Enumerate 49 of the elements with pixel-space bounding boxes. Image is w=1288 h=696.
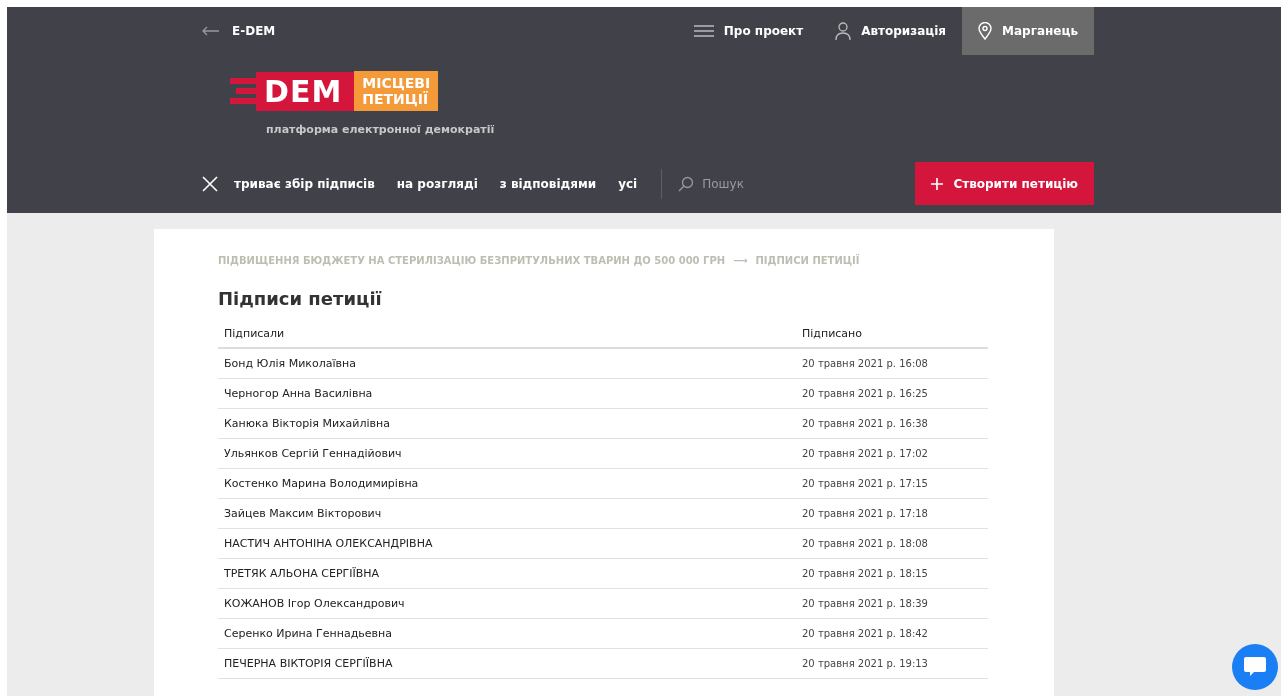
table-cell: Бонд Юлія Миколаївна	[218, 348, 796, 379]
filter-link[interactable]: з відповідями	[499, 176, 597, 191]
stripes-icon	[230, 76, 256, 106]
search-field[interactable]: Пошук	[700, 175, 825, 192]
table-cell: 20 травня 2021 р. 16:38	[796, 408, 988, 439]
table-cell: 20 травня 2021 р. 17:02	[796, 438, 988, 469]
column-header: Підписано	[796, 327, 988, 348]
filter-link[interactable]: триває збір підписів	[234, 176, 375, 191]
table-cell: 20 травня 2021 р. 17:18	[796, 498, 988, 529]
search-icon	[678, 175, 695, 192]
table-cell: 20 травня 2021 р. 16:25	[796, 378, 988, 409]
close-icon[interactable]	[202, 175, 218, 192]
table-cell: КОЖАНОВ Ігор Олександрович	[218, 588, 796, 619]
table-cell: 20 травня 2021 р. 18:42	[796, 618, 988, 649]
table-cell: ПЕЧЕРНА ВІКТОРІЯ СЕРГІЇВНА	[218, 648, 796, 679]
back-link[interactable]: E-DEM	[202, 24, 276, 38]
logo-badge: МІСЦЕВІ ПЕТИЦІЇ	[354, 71, 439, 111]
breadcrumb-separator: ⟶	[733, 255, 748, 266]
plus-icon	[931, 177, 944, 190]
table-cell: Канюка Вікторія Михайлівна	[218, 408, 796, 439]
table-cell: Серенко Ирина Геннадьевна	[218, 618, 796, 649]
table-cell: Костенко Марина Володимирівна	[218, 468, 796, 499]
user-icon	[835, 22, 852, 40]
table-cell: Зайцев Максим Вікторович	[218, 498, 796, 529]
nav-link[interactable]: Авторизація	[819, 7, 963, 55]
table-cell: 20 травня 2021 р. 18:39	[796, 588, 988, 619]
table-cell: 20 травня 2021 р. 17:15	[796, 468, 988, 499]
page-title: Підписи петиції	[218, 288, 383, 309]
speech-bubble-icon	[1243, 656, 1267, 678]
table-cell: Черногор Анна Василівна	[218, 378, 796, 409]
location-button[interactable]: Марганець	[962, 7, 1094, 55]
chat-button[interactable]	[1232, 644, 1278, 690]
table-cell: 20 травня 2021 р. 18:08	[796, 528, 988, 559]
filter-link[interactable]: на розгляді	[396, 176, 478, 191]
table-cell: ТРЕТЯК АЛЬОНА СЕРГІЇВНА	[218, 558, 796, 589]
table-cell: 20 травня 2021 р. 16:08	[796, 348, 988, 379]
tagline: платформа електронної демократії	[266, 123, 496, 136]
table-cell: 20 травня 2021 р. 18:15	[796, 558, 988, 589]
column-header: Підписали	[218, 327, 796, 348]
menu-icon	[693, 25, 714, 37]
table-cell: 20 травня 2021 р. 19:13	[796, 648, 988, 679]
table-cell: Ульянков Сергій Геннадійович	[218, 438, 796, 469]
filter-link[interactable]: усі	[618, 176, 638, 191]
nav-link[interactable]: Про проект	[677, 7, 820, 55]
logo-mark: DEM	[256, 71, 355, 111]
arrow-left-icon	[202, 26, 220, 36]
table-cell: НАСТИЧ АНТОНІНА ОЛЕКСАНДРІВНА	[218, 528, 796, 559]
create-petition-button[interactable]: Створити петицію	[915, 162, 1094, 205]
location-pin-icon	[978, 22, 993, 40]
